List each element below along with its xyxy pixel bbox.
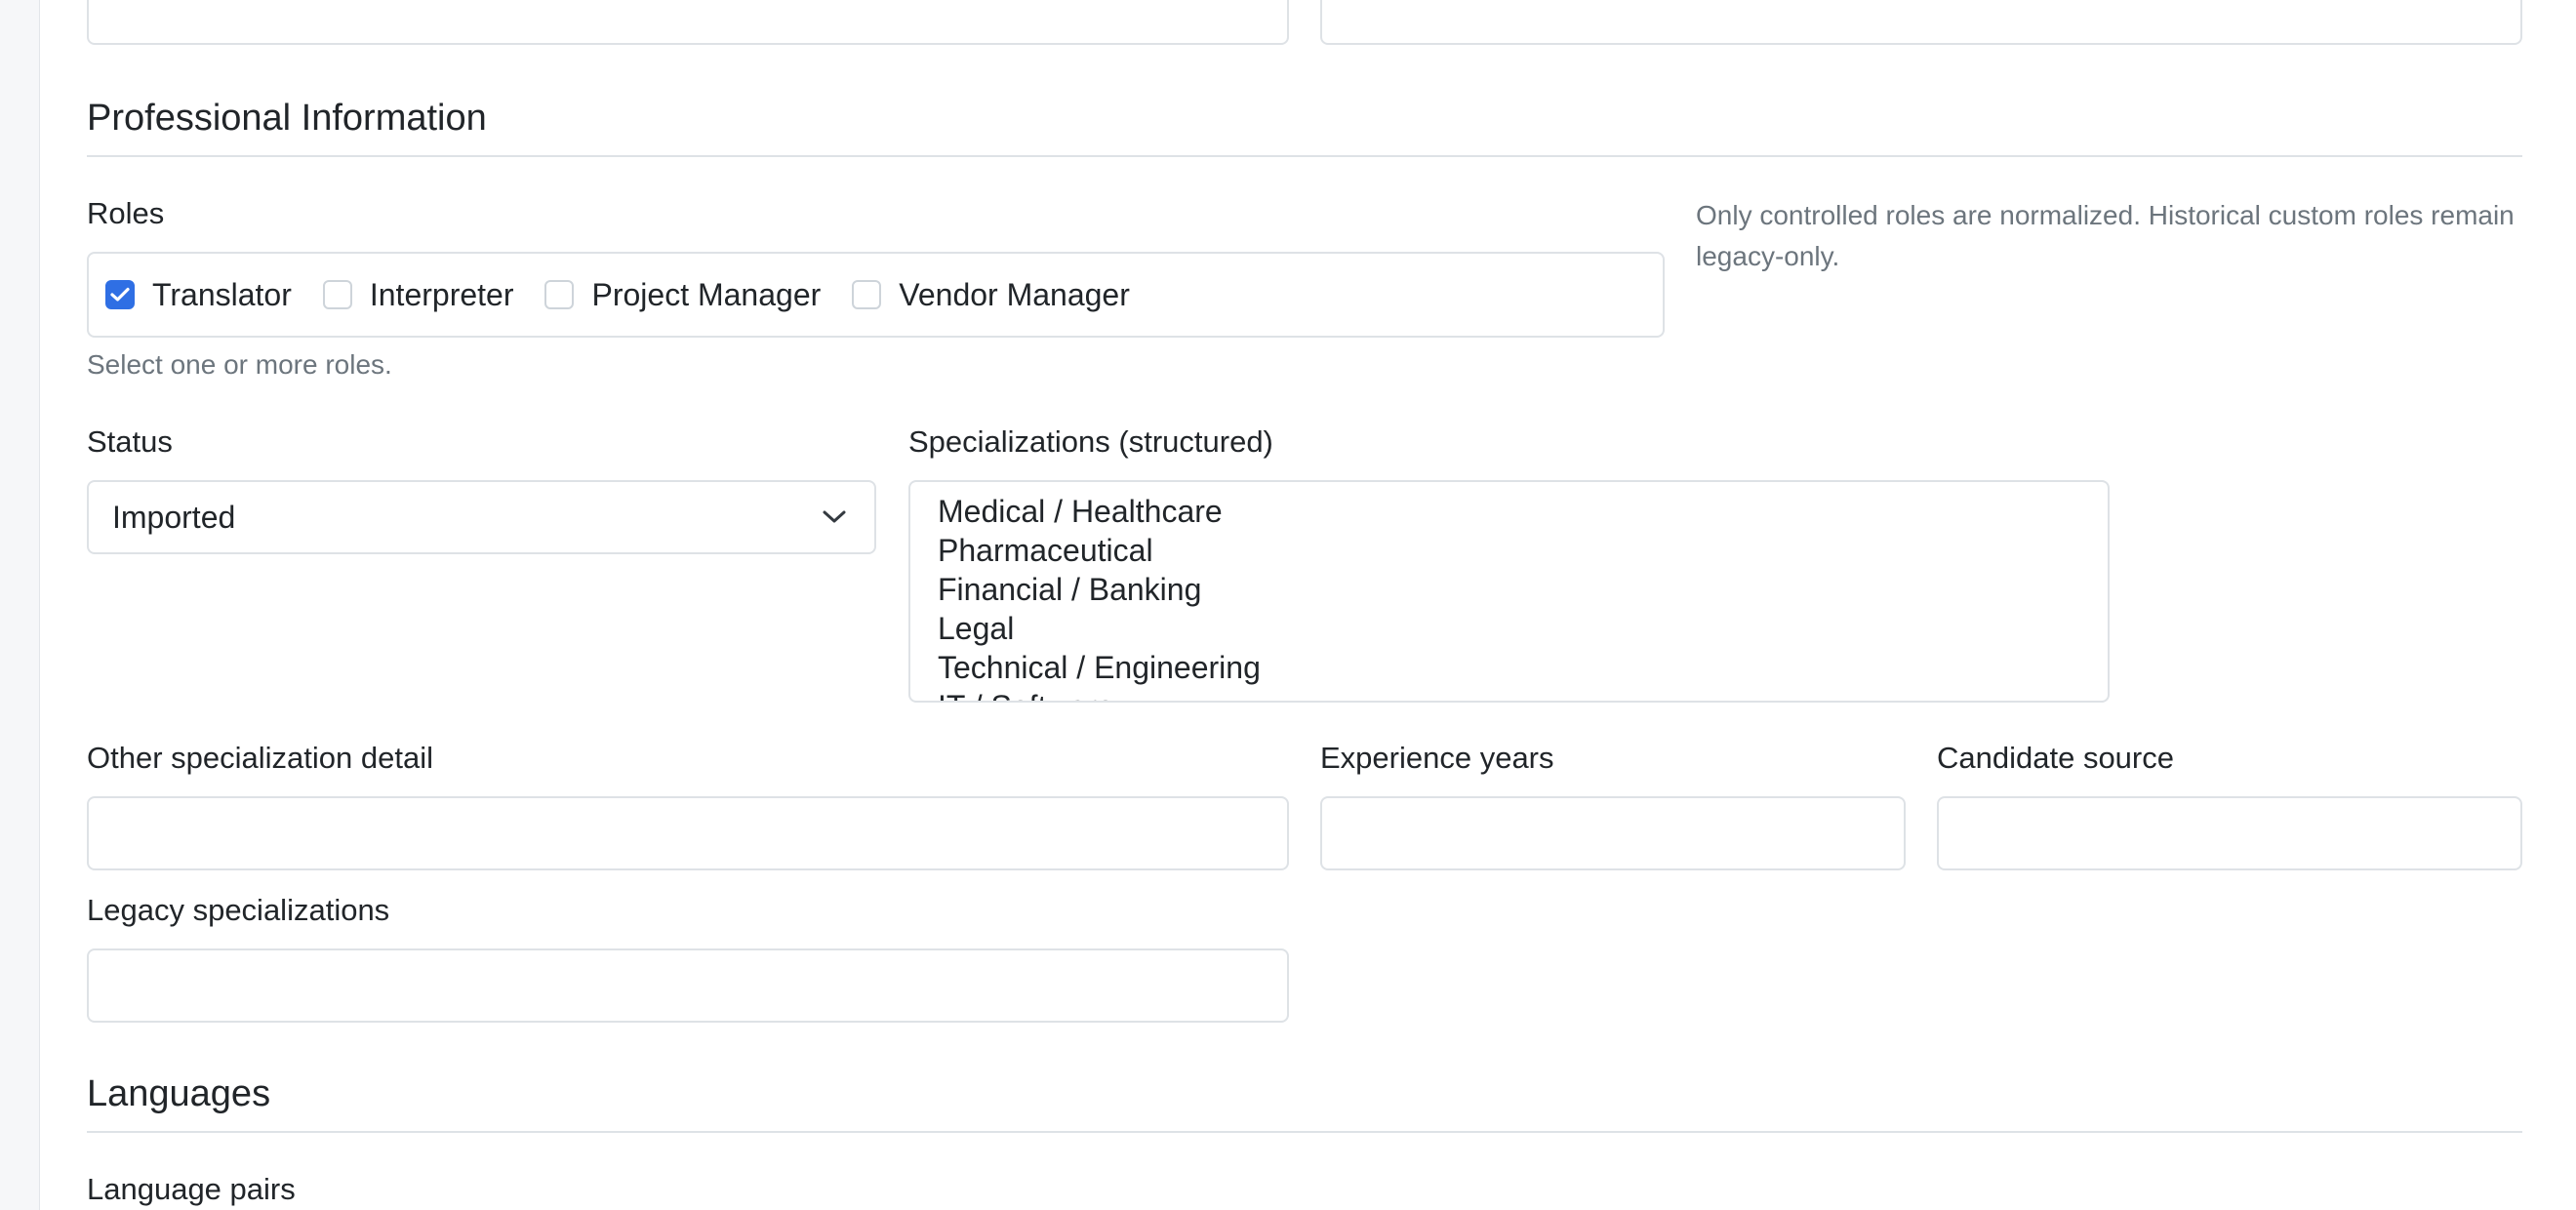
status-label: Status — [87, 424, 173, 459]
role-label: Vendor Manager — [899, 276, 1130, 312]
role-option-interpreter[interactable]: Interpreter — [322, 276, 514, 313]
language-pairs-label: Language pairs — [87, 1172, 296, 1206]
role-option-translator[interactable]: Translator — [105, 277, 292, 313]
role-project-manager-checkbox[interactable] — [544, 280, 575, 309]
specialization-option[interactable]: Legal — [938, 609, 2108, 648]
roles-label: Roles — [87, 196, 165, 230]
section-title-professional: Professional Information — [87, 98, 487, 139]
role-label: Interpreter — [369, 276, 514, 312]
form-page: Professional Information Roles Translato… — [39, 0, 2576, 1210]
role-interpreter-checkbox[interactable] — [322, 280, 352, 309]
candidate-source-field[interactable] — [1937, 796, 2522, 870]
check-icon — [110, 287, 130, 302]
legacy-specializations-field[interactable] — [87, 948, 1289, 1023]
section-divider — [87, 155, 2522, 157]
specialization-option[interactable]: IT / Software — [938, 687, 2108, 701]
top-left-input[interactable] — [87, 0, 1289, 45]
specialization-option[interactable]: Financial / Banking — [938, 570, 2108, 609]
other-specialization-field[interactable] — [87, 796, 1289, 870]
specializations-multiselect[interactable]: Medical / Healthcare Pharmaceutical Fina… — [908, 480, 2110, 703]
role-option-vendor-manager[interactable]: Vendor Manager — [852, 277, 1130, 313]
roles-help-text: Select one or more roles. — [87, 349, 392, 380]
specialization-option[interactable]: Technical / Engineering — [938, 648, 2108, 687]
roles-checkbox-group: Translator Interpreter Project Manager V… — [87, 252, 1665, 338]
specialization-option[interactable]: Medical / Healthcare — [938, 492, 2108, 531]
top-right-input[interactable] — [1320, 0, 2522, 45]
section-title-languages: Languages — [87, 1073, 271, 1114]
role-vendor-manager-checkbox[interactable] — [852, 280, 882, 309]
candidate-source-label: Candidate source — [1937, 741, 2174, 775]
status-select[interactable]: Imported — [87, 480, 876, 554]
chevron-down-icon — [823, 510, 846, 523]
experience-years-label: Experience years — [1320, 741, 1554, 775]
role-label: Project Manager — [591, 276, 822, 312]
other-specialization-label: Other specialization detail — [87, 741, 433, 775]
specialization-option[interactable]: Pharmaceutical — [938, 531, 2108, 570]
role-option-project-manager[interactable]: Project Manager — [544, 277, 821, 313]
roles-note: Only controlled roles are normalized. Hi… — [1696, 200, 2515, 271]
specializations-label: Specializations (structured) — [908, 424, 1273, 459]
legacy-specializations-label: Legacy specializations — [87, 893, 390, 927]
section-divider — [87, 1131, 2522, 1133]
role-label: Translator — [152, 276, 292, 312]
experience-years-field[interactable] — [1320, 796, 1906, 870]
role-translator-checkbox[interactable] — [105, 280, 135, 309]
status-selected-value: Imported — [112, 499, 236, 535]
